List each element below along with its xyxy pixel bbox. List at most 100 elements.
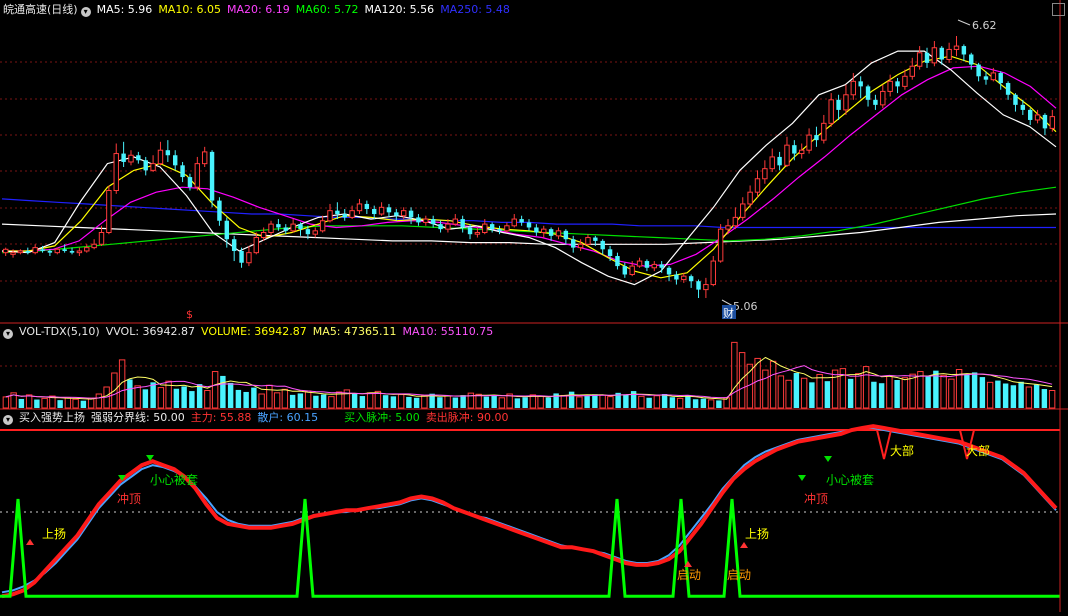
stock-title[interactable]: 皖通高速(日线) — [3, 3, 78, 16]
candle[interactable] — [246, 245, 252, 267]
candle[interactable] — [998, 71, 1003, 90]
candle[interactable] — [113, 143, 119, 194]
circle-down-icon[interactable]: ▾ — [80, 7, 91, 17]
candle[interactable] — [696, 279, 701, 298]
candle[interactable] — [1042, 113, 1048, 136]
candle[interactable] — [924, 47, 930, 68]
circle-down-icon[interactable]: ▾ — [3, 415, 13, 425]
candle[interactable] — [504, 222, 510, 233]
candle[interactable] — [636, 257, 643, 268]
candle[interactable] — [909, 57, 915, 80]
candle[interactable] — [121, 141, 126, 167]
candle[interactable] — [784, 136, 790, 167]
candle[interactable] — [703, 277, 709, 298]
candle[interactable] — [961, 44, 967, 62]
candle[interactable] — [747, 185, 753, 208]
candle[interactable] — [519, 215, 524, 226]
candle[interactable] — [792, 140, 797, 161]
candle[interactable] — [821, 114, 827, 144]
candle[interactable] — [740, 197, 746, 221]
candle[interactable] — [143, 156, 148, 176]
candle[interactable] — [976, 62, 981, 82]
candle[interactable] — [231, 235, 237, 262]
candle[interactable] — [416, 214, 421, 226]
corner-box-icon[interactable] — [1052, 3, 1065, 16]
candle[interactable] — [1013, 93, 1018, 112]
candle[interactable] — [953, 36, 960, 57]
candle[interactable] — [327, 203, 333, 223]
candle[interactable] — [1049, 109, 1056, 132]
candle[interactable] — [378, 202, 385, 216]
candle[interactable] — [283, 224, 288, 235]
candle[interactable] — [136, 151, 141, 164]
candle[interactable] — [865, 84, 871, 107]
event-s-marker[interactable]: $ — [186, 308, 193, 321]
candle[interactable] — [880, 84, 886, 109]
candle[interactable] — [460, 215, 465, 233]
candle[interactable] — [217, 197, 222, 226]
candle[interactable] — [806, 128, 812, 154]
candle[interactable] — [615, 252, 620, 270]
candle[interactable] — [150, 155, 156, 173]
candle[interactable] — [76, 247, 83, 257]
candle[interactable] — [571, 235, 576, 253]
candle[interactable] — [754, 170, 761, 198]
candle[interactable] — [489, 222, 495, 233]
candle[interactable] — [386, 203, 392, 218]
indicator-name[interactable]: 买入强势上扬 — [19, 411, 85, 424]
candle[interactable] — [799, 143, 805, 159]
candle[interactable] — [644, 259, 650, 272]
candle[interactable] — [157, 141, 164, 166]
candle[interactable] — [172, 150, 178, 171]
candle[interactable] — [511, 214, 517, 228]
candle[interactable] — [814, 126, 819, 147]
candle[interactable] — [585, 234, 591, 246]
candle[interactable] — [769, 148, 775, 173]
candle[interactable] — [931, 41, 938, 67]
candle[interactable] — [180, 161, 185, 183]
candle[interactable] — [762, 160, 768, 184]
event-cai-marker[interactable]: 财 — [723, 306, 734, 320]
candle[interactable] — [895, 77, 900, 94]
candle[interactable] — [541, 225, 547, 238]
candle[interactable] — [651, 261, 658, 272]
candle[interactable] — [1027, 108, 1033, 126]
candle[interactable] — [843, 84, 849, 115]
candle[interactable] — [423, 215, 429, 226]
candle[interactable] — [710, 256, 716, 287]
candle[interactable] — [356, 198, 363, 215]
candle[interactable] — [165, 140, 171, 162]
candle[interactable] — [732, 207, 739, 230]
candle[interactable] — [312, 227, 318, 238]
candle[interactable] — [902, 69, 908, 90]
candle[interactable] — [674, 271, 679, 285]
candle[interactable] — [201, 146, 208, 167]
candle[interactable] — [342, 208, 347, 221]
candle[interactable] — [430, 215, 436, 228]
candle[interactable] — [69, 247, 75, 255]
candle[interactable] — [452, 214, 459, 226]
candle[interactable] — [2, 247, 9, 257]
candle[interactable] — [526, 219, 532, 231]
candle[interactable] — [408, 207, 414, 225]
candle[interactable] — [290, 219, 296, 233]
candle[interactable] — [209, 150, 215, 208]
candle[interactable] — [563, 229, 569, 245]
candle[interactable] — [364, 200, 370, 215]
candle[interactable] — [555, 227, 562, 240]
candle[interactable] — [106, 185, 112, 235]
candle[interactable] — [548, 227, 554, 241]
candle[interactable] — [666, 266, 672, 282]
candle[interactable] — [777, 151, 782, 171]
candle[interactable] — [858, 76, 863, 99]
candle[interactable] — [577, 239, 584, 251]
candle[interactable] — [873, 94, 878, 110]
candle[interactable] — [32, 244, 38, 255]
candle[interactable] — [128, 150, 134, 166]
candle[interactable] — [91, 239, 97, 250]
candle[interactable] — [600, 239, 605, 255]
candle[interactable] — [916, 46, 923, 70]
candle[interactable] — [298, 222, 303, 236]
candle[interactable] — [534, 224, 539, 236]
candle[interactable] — [194, 156, 201, 191]
